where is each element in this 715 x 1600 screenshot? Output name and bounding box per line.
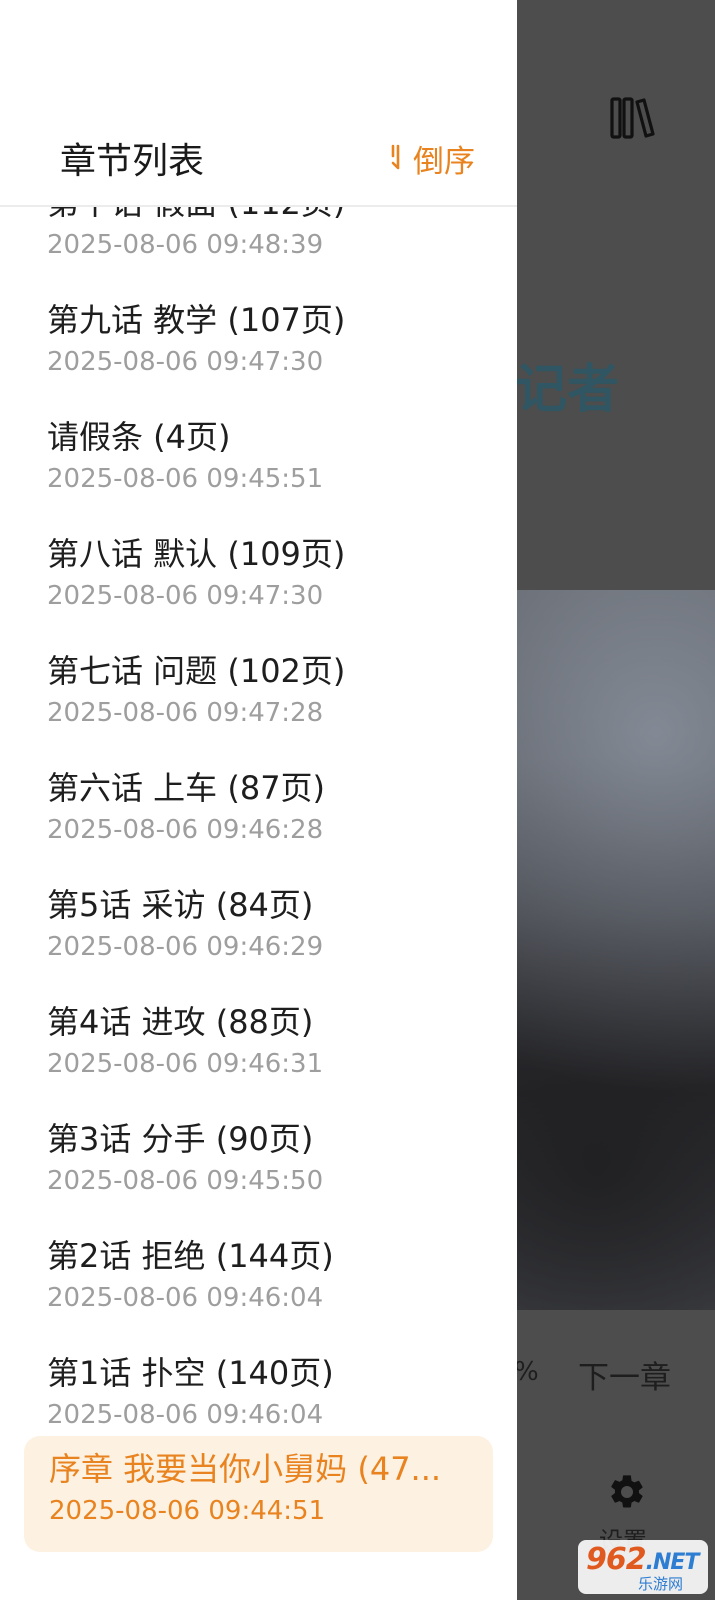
chapter-updated-time: 2025-08-06 09:46:28 (47, 815, 324, 845)
drawer-title: 章节列表 (60, 141, 205, 182)
chapter-title: 序章 我要当你小舅妈 (47... (49, 1450, 442, 1488)
swap-vertical-icon (391, 144, 400, 170)
chapter-title: 第九话 教学 (107页) (47, 301, 346, 339)
chapter-updated-time: 2025-08-06 09:44:51 (49, 1496, 326, 1526)
chapter-title: 第1话 扑空 (140页) (47, 1354, 334, 1392)
chapter-updated-time: 2025-08-06 09:47:28 (47, 698, 324, 728)
chapter-item[interactable]: 第八话 默认 (109页) 2025-08-06 09:47:30 (24, 521, 493, 637)
drawer-header: 章节列表 倒序 (0, 0, 517, 207)
chapter-title: 第八话 默认 (109页) (47, 535, 346, 573)
chapter-title: 第六话 上车 (87页) (47, 769, 326, 807)
sort-order-label: 倒序 (413, 143, 475, 180)
chapter-title: 第七话 问题 (102页) (47, 652, 346, 690)
chapter-updated-time: 2025-08-06 09:45:50 (47, 1166, 324, 1196)
chapter-title: 第2话 拒绝 (144页) (47, 1237, 334, 1275)
watermark-brand: 962 (586, 1542, 647, 1577)
chapter-updated-time: 2025-08-06 09:45:51 (47, 464, 324, 494)
chapter-item[interactable]: 第3话 分手 (90页) 2025-08-06 09:45:50 (24, 1106, 493, 1222)
watermark-suffix: .NET (645, 1550, 700, 1575)
chapter-item[interactable]: 请假条 (4页) 2025-08-06 09:45:51 (24, 404, 493, 520)
next-chapter-button[interactable]: 下一章 (578, 1352, 671, 1397)
sort-order-toggle[interactable]: 倒序 (385, 138, 475, 180)
chapter-item[interactable]: 第九话 教学 (107页) 2025-08-06 09:47:30 (24, 287, 493, 403)
chapter-item[interactable]: 第七话 问题 (102页) 2025-08-06 09:47:28 (24, 638, 493, 754)
site-watermark-logo: 962.NET 乐游网 (578, 1540, 708, 1594)
book-title-fragment: 记者 (515, 360, 620, 420)
cover-image (517, 590, 715, 1310)
chapter-title: 第4话 进攻 (88页) (47, 1003, 314, 1041)
chapter-updated-time: 2025-08-06 09:46:04 (47, 1283, 324, 1313)
chapter-updated-time: 2025-08-06 09:47:30 (47, 347, 324, 377)
chapter-drawer: 第十话 假面 (112页)2025-08-06 09:48:39第九话 教学 (… (0, 0, 517, 1600)
chapter-item[interactable]: 第4话 进攻 (88页) 2025-08-06 09:46:31 (24, 989, 493, 1105)
watermark-subtitle: 乐游网 (638, 1575, 684, 1593)
chapter-item-current[interactable]: 序章 我要当你小舅妈 (47... 2025-08-06 09:44:51 (24, 1436, 493, 1552)
chapter-item[interactable]: 第5话 采访 (84页) 2025-08-06 09:46:29 (24, 872, 493, 988)
chapter-item[interactable]: 第六话 上车 (87页) 2025-08-06 09:46:28 (24, 755, 493, 871)
chapter-item[interactable]: 第2话 拒绝 (144页) 2025-08-06 09:46:04 (24, 1223, 493, 1339)
chapter-updated-time: 2025-08-06 09:47:30 (47, 581, 324, 611)
chapter-updated-time: 2025-08-06 09:46:31 (47, 1049, 324, 1079)
chapter-updated-time: 2025-08-06 09:46:04 (47, 1400, 324, 1430)
gear-icon[interactable] (607, 1472, 647, 1512)
chapter-title: 请假条 (4页) (47, 418, 231, 456)
chapter-title: 第3话 分手 (90页) (47, 1120, 314, 1158)
chapter-updated-time: 2025-08-06 09:48:39 (47, 230, 324, 260)
chapter-title: 第5话 采访 (84页) (47, 886, 314, 924)
bookshelf-icon[interactable] (610, 96, 656, 140)
chapter-updated-time: 2025-08-06 09:46:29 (47, 932, 324, 962)
progress-percent: % (514, 1357, 539, 1387)
